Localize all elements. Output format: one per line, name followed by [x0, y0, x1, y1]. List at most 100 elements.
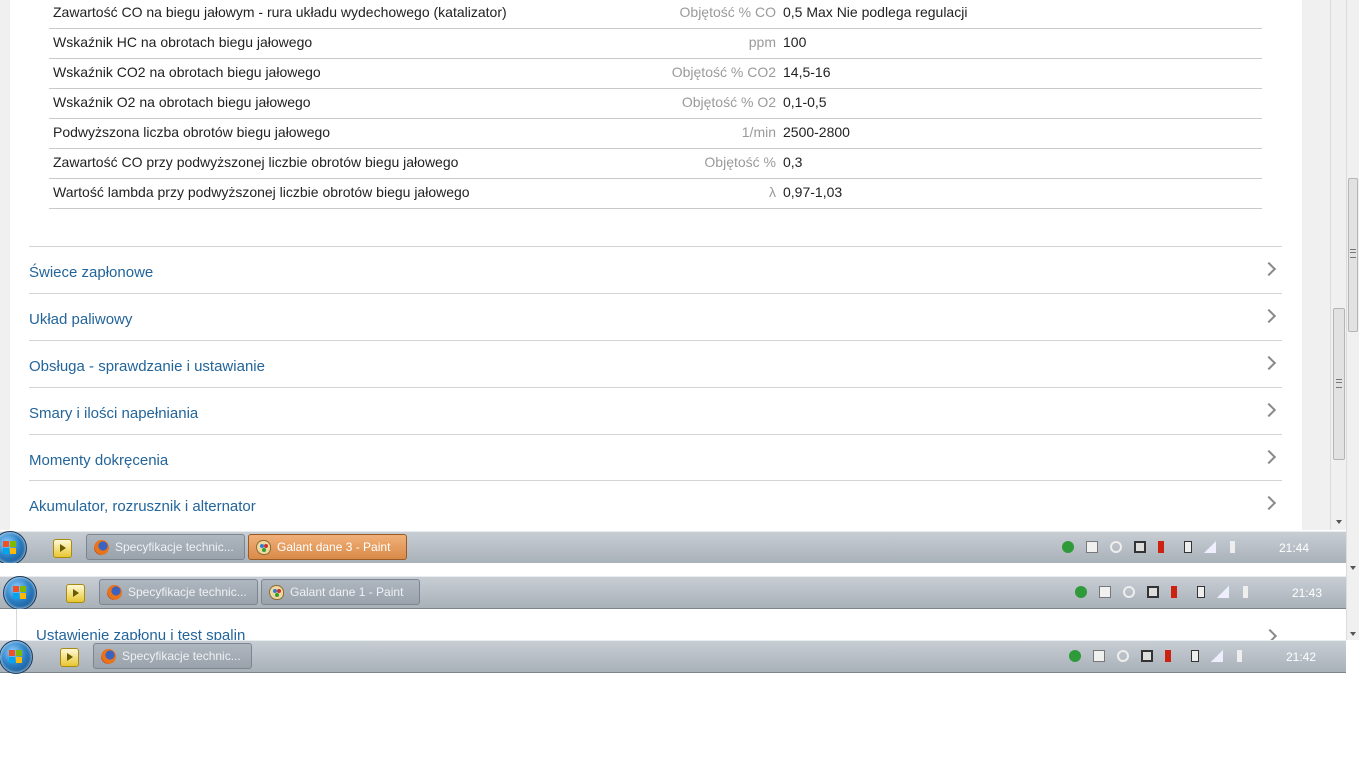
- task-firefox[interactable]: Specyfikacje technic...: [93, 643, 252, 669]
- spec-value: 14,5-16: [783, 64, 831, 80]
- scroll-down-arrow-icon[interactable]: [1336, 520, 1342, 524]
- section-label: Świece zapłonowe: [29, 264, 154, 281]
- section-spark-plugs[interactable]: Świece zapłonowe: [29, 246, 1282, 293]
- signal-bars-icon[interactable]: [1211, 650, 1223, 662]
- spec-name: Zawartość CO przy podwyższonej liczbie o…: [53, 154, 459, 170]
- start-button[interactable]: [3, 576, 37, 610]
- spec-name: Wartość lambda przy podwyższonej liczbie…: [53, 184, 470, 200]
- spec-unit: 1/min: [741, 124, 776, 140]
- clock[interactable]: 21:44: [1279, 541, 1309, 555]
- task-label: Galant dane 3 - Paint: [277, 540, 391, 554]
- windows-flag-icon: [13, 586, 27, 600]
- section-label: Układ paliwowy: [29, 311, 133, 328]
- chevron-right-icon: [1261, 449, 1277, 465]
- media-player-icon[interactable]: [53, 539, 72, 558]
- spec-row: Zawartość CO przy podwyższonej liczbie o…: [49, 148, 1262, 179]
- volume-icon[interactable]: [1171, 586, 1183, 598]
- task-firefox[interactable]: Specyfikacje technic...: [86, 534, 245, 560]
- taskbar: Specyfikacje technic... Galant dane 3 - …: [0, 531, 1346, 565]
- firefox-icon: [94, 540, 109, 555]
- section-lubricants[interactable]: Smary i ilości napełniania: [29, 387, 1282, 434]
- section-label: Momenty dokręcenia: [29, 452, 169, 469]
- outer-scroll-down-arrow-icon[interactable]: [1350, 566, 1356, 570]
- volume-icon[interactable]: [1158, 541, 1170, 553]
- media-player-icon[interactable]: [60, 648, 79, 667]
- section-battery-starter[interactable]: Akumulator, rozrusznik i alternator: [29, 480, 1282, 527]
- monitor-icon[interactable]: [1147, 586, 1159, 598]
- firefox-icon: [107, 585, 122, 600]
- signal-bars-icon[interactable]: [1217, 586, 1229, 598]
- section-label: Smary i ilości napełniania: [29, 405, 199, 422]
- windows-flag-icon: [3, 541, 17, 555]
- spec-row: Wskaźnik CO2 na obrotach biegu jałowego …: [49, 58, 1262, 89]
- monitor-icon[interactable]: [1141, 650, 1153, 662]
- page-content: Zawartość CO na biegu jałowym - rura ukł…: [0, 0, 1346, 530]
- flag-x-icon[interactable]: [1099, 586, 1111, 598]
- media-player-icon[interactable]: [66, 584, 85, 603]
- section-service-check[interactable]: Obsługa - sprawdzanie i ustawianie: [29, 340, 1282, 387]
- task-label: Specyfikacje technic...: [122, 649, 241, 663]
- spec-unit: Objętość % CO: [679, 4, 776, 20]
- spec-unit: ppm: [748, 34, 776, 50]
- system-tray: [1062, 538, 1252, 558]
- section-label: Obsługa - sprawdzanie i ustawianie: [29, 358, 265, 375]
- chevron-right-icon: [1261, 402, 1277, 418]
- volume-icon[interactable]: [1165, 650, 1177, 662]
- section-torques[interactable]: Momenty dokręcenia: [29, 434, 1282, 481]
- shield-check-icon[interactable]: [1075, 586, 1087, 598]
- page-scrollbar[interactable]: [1330, 0, 1346, 530]
- outer-scroll-down-arrow-icon[interactable]: [1350, 632, 1356, 636]
- monitor-icon[interactable]: [1134, 541, 1146, 553]
- battery-icon[interactable]: [1184, 541, 1192, 553]
- grip-icon: [1336, 379, 1342, 388]
- section-ignition-exhaust[interactable]: Ustawienie zapłonu i test spalin: [36, 627, 245, 640]
- battery-icon[interactable]: [1197, 586, 1205, 598]
- outer-scrollbar[interactable]: [1346, 0, 1359, 640]
- taskbar: Specyfikacje technic... Galant dane 1 - …: [0, 576, 1346, 610]
- spec-value: 0,5 Max Nie podlega regulacji: [783, 4, 968, 20]
- start-button[interactable]: [0, 531, 27, 565]
- system-tray: [1069, 647, 1259, 667]
- speaker-muted-icon[interactable]: [1243, 586, 1255, 598]
- spec-row: Zawartość CO na biegu jałowym - rura ukł…: [49, 0, 1262, 29]
- system-tray: [1075, 583, 1265, 603]
- section-label: Akumulator, rozrusznik i alternator: [29, 498, 256, 515]
- speaker-muted-icon[interactable]: [1237, 650, 1249, 662]
- spec-name: Wskaźnik HC na obrotach biegu jałowego: [53, 34, 313, 50]
- spec-unit: Objętość % CO2: [671, 64, 776, 80]
- clock[interactable]: 21:42: [1286, 650, 1316, 664]
- spec-name: Wskaźnik O2 na obrotach biegu jałowego: [53, 94, 311, 110]
- spec-unit: λ: [769, 184, 776, 200]
- scrollbar-thumb[interactable]: [1333, 308, 1345, 460]
- task-label: Galant dane 1 - Paint: [290, 585, 404, 599]
- paint-icon: [256, 540, 271, 555]
- flag-x-icon[interactable]: [1086, 541, 1098, 553]
- firefox-icon: [101, 649, 116, 664]
- spec-name: Zawartość CO na biegu jałowym - rura ukł…: [53, 4, 507, 20]
- outer-scrollbar-thumb[interactable]: [1348, 178, 1358, 332]
- shield-check-icon[interactable]: [1069, 650, 1081, 662]
- start-button[interactable]: [0, 640, 33, 674]
- speaker-muted-icon[interactable]: [1230, 541, 1242, 553]
- task-paint[interactable]: Galant dane 1 - Paint: [261, 579, 420, 605]
- signal-bars-icon[interactable]: [1204, 541, 1216, 553]
- clock[interactable]: 21:43: [1292, 586, 1322, 600]
- network-globe-icon[interactable]: [1117, 650, 1129, 662]
- network-globe-icon[interactable]: [1123, 586, 1135, 598]
- flag-x-icon[interactable]: [1093, 650, 1105, 662]
- spec-value: 100: [783, 34, 807, 50]
- task-firefox[interactable]: Specyfikacje technic...: [99, 579, 258, 605]
- chevron-right-icon: [1261, 355, 1277, 371]
- chevron-right-icon: [1261, 495, 1277, 511]
- battery-icon[interactable]: [1191, 650, 1199, 662]
- spec-name: Podwyższona liczba obrotów biegu jałoweg…: [53, 124, 331, 140]
- paint-icon: [269, 585, 284, 600]
- spec-row: Podwyższona liczba obrotów biegu jałoweg…: [49, 118, 1262, 149]
- page-right-gutter: [1302, 0, 1330, 530]
- network-globe-icon[interactable]: [1110, 541, 1122, 553]
- section-fuel-system[interactable]: Układ paliwowy: [29, 293, 1282, 340]
- spec-row: Wskaźnik HC na obrotach biegu jałowego p…: [49, 28, 1262, 59]
- shield-check-icon[interactable]: [1062, 541, 1074, 553]
- spec-row: Wskaźnik O2 na obrotach biegu jałowego O…: [49, 88, 1262, 119]
- task-paint[interactable]: Galant dane 3 - Paint: [248, 534, 407, 560]
